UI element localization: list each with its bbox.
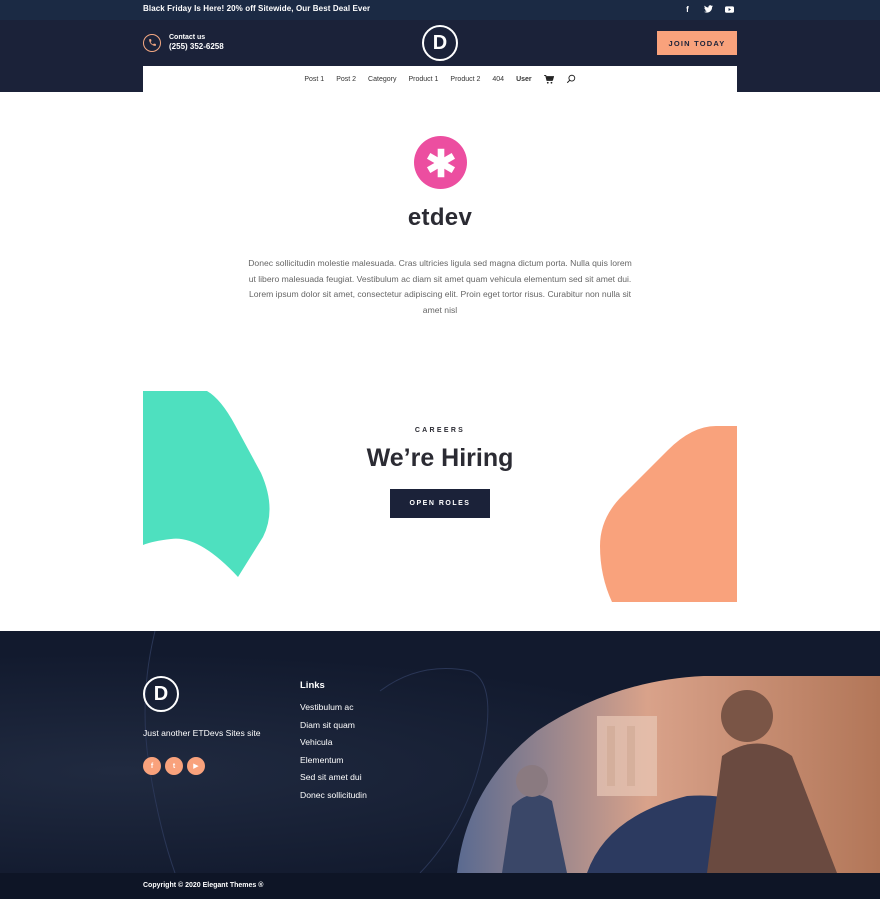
copyright-text: Copyright © 2020 Elegant Themes ® (143, 882, 264, 889)
footer-facebook-icon[interactable]: f (143, 757, 161, 775)
site-footer: D Just another ETDevs Sites site f t ▶ L… (0, 631, 880, 873)
twitter-icon[interactable] (704, 4, 713, 14)
footer-youtube-icon[interactable]: ▶ (187, 757, 205, 775)
nav-item-post-1[interactable]: Post 1 (304, 76, 324, 83)
decorative-green-blob (143, 391, 271, 583)
footer-link[interactable]: Diam sit quam (300, 720, 367, 738)
footer-link[interactable]: Elementum (300, 755, 367, 773)
cart-icon[interactable] (543, 74, 554, 84)
search-icon[interactable] (566, 74, 576, 84)
top-bar: Black Friday Is Here! 20% off Sitewide, … (0, 0, 880, 20)
phone-icon (143, 33, 161, 52)
site-logo[interactable]: D (422, 25, 458, 61)
hero-title: etdev (407, 204, 473, 231)
hero-text: Donec sollicitudin molestie malesuada. C… (248, 258, 632, 315)
footer-links-title: Links (300, 680, 325, 691)
contact-label: Contact us (169, 34, 206, 41)
asterisk-icon (414, 136, 467, 189)
footer-twitter-icon[interactable]: t (165, 757, 183, 775)
site-header: Contact us (255) 352-6258 D JOIN TODAY P… (0, 20, 880, 92)
main-nav: Post 1 Post 2 Category Product 1 Product… (143, 66, 737, 92)
top-social-icons: f (683, 4, 734, 14)
footer-tagline: Just another ETDevs Sites site (143, 728, 261, 738)
nav-item-product-1[interactable]: Product 1 (408, 76, 438, 83)
nav-item-404[interactable]: 404 (492, 76, 504, 83)
facebook-icon[interactable]: f (683, 4, 692, 14)
join-today-button[interactable]: JOIN TODAY (657, 31, 737, 55)
youtube-icon[interactable] (725, 4, 734, 14)
copyright-bar: Copyright © 2020 Elegant Themes ® (0, 873, 880, 899)
careers-title: We’re Hiring (366, 444, 514, 472)
careers-label: CAREERS (414, 427, 466, 434)
footer-links-list: Vestibulum ac Diam sit quam Vehicula Ele… (300, 702, 367, 808)
open-roles-button[interactable]: OPEN ROLES (390, 489, 490, 518)
footer-link[interactable]: Sed sit amet dui (300, 772, 367, 790)
footer-team-photo (457, 676, 880, 873)
promo-text: Black Friday Is Here! 20% off Sitewide, … (143, 4, 371, 13)
nav-item-category[interactable]: Category (368, 76, 396, 83)
footer-link[interactable]: Donec sollicitudin (300, 790, 367, 808)
footer-social-icons: f t ▶ (143, 757, 205, 775)
nav-item-user[interactable]: User (516, 76, 532, 83)
nav-item-post-2[interactable]: Post 2 (336, 76, 356, 83)
nav-item-product-2[interactable]: Product 2 (450, 76, 480, 83)
footer-link[interactable]: Vehicula (300, 737, 367, 755)
contact-block[interactable]: Contact us (255) 352-6258 (143, 33, 224, 52)
footer-link[interactable]: Vestibulum ac (300, 702, 367, 720)
footer-logo[interactable]: D (143, 676, 179, 712)
contact-phone[interactable]: (255) 352-6258 (169, 42, 224, 52)
